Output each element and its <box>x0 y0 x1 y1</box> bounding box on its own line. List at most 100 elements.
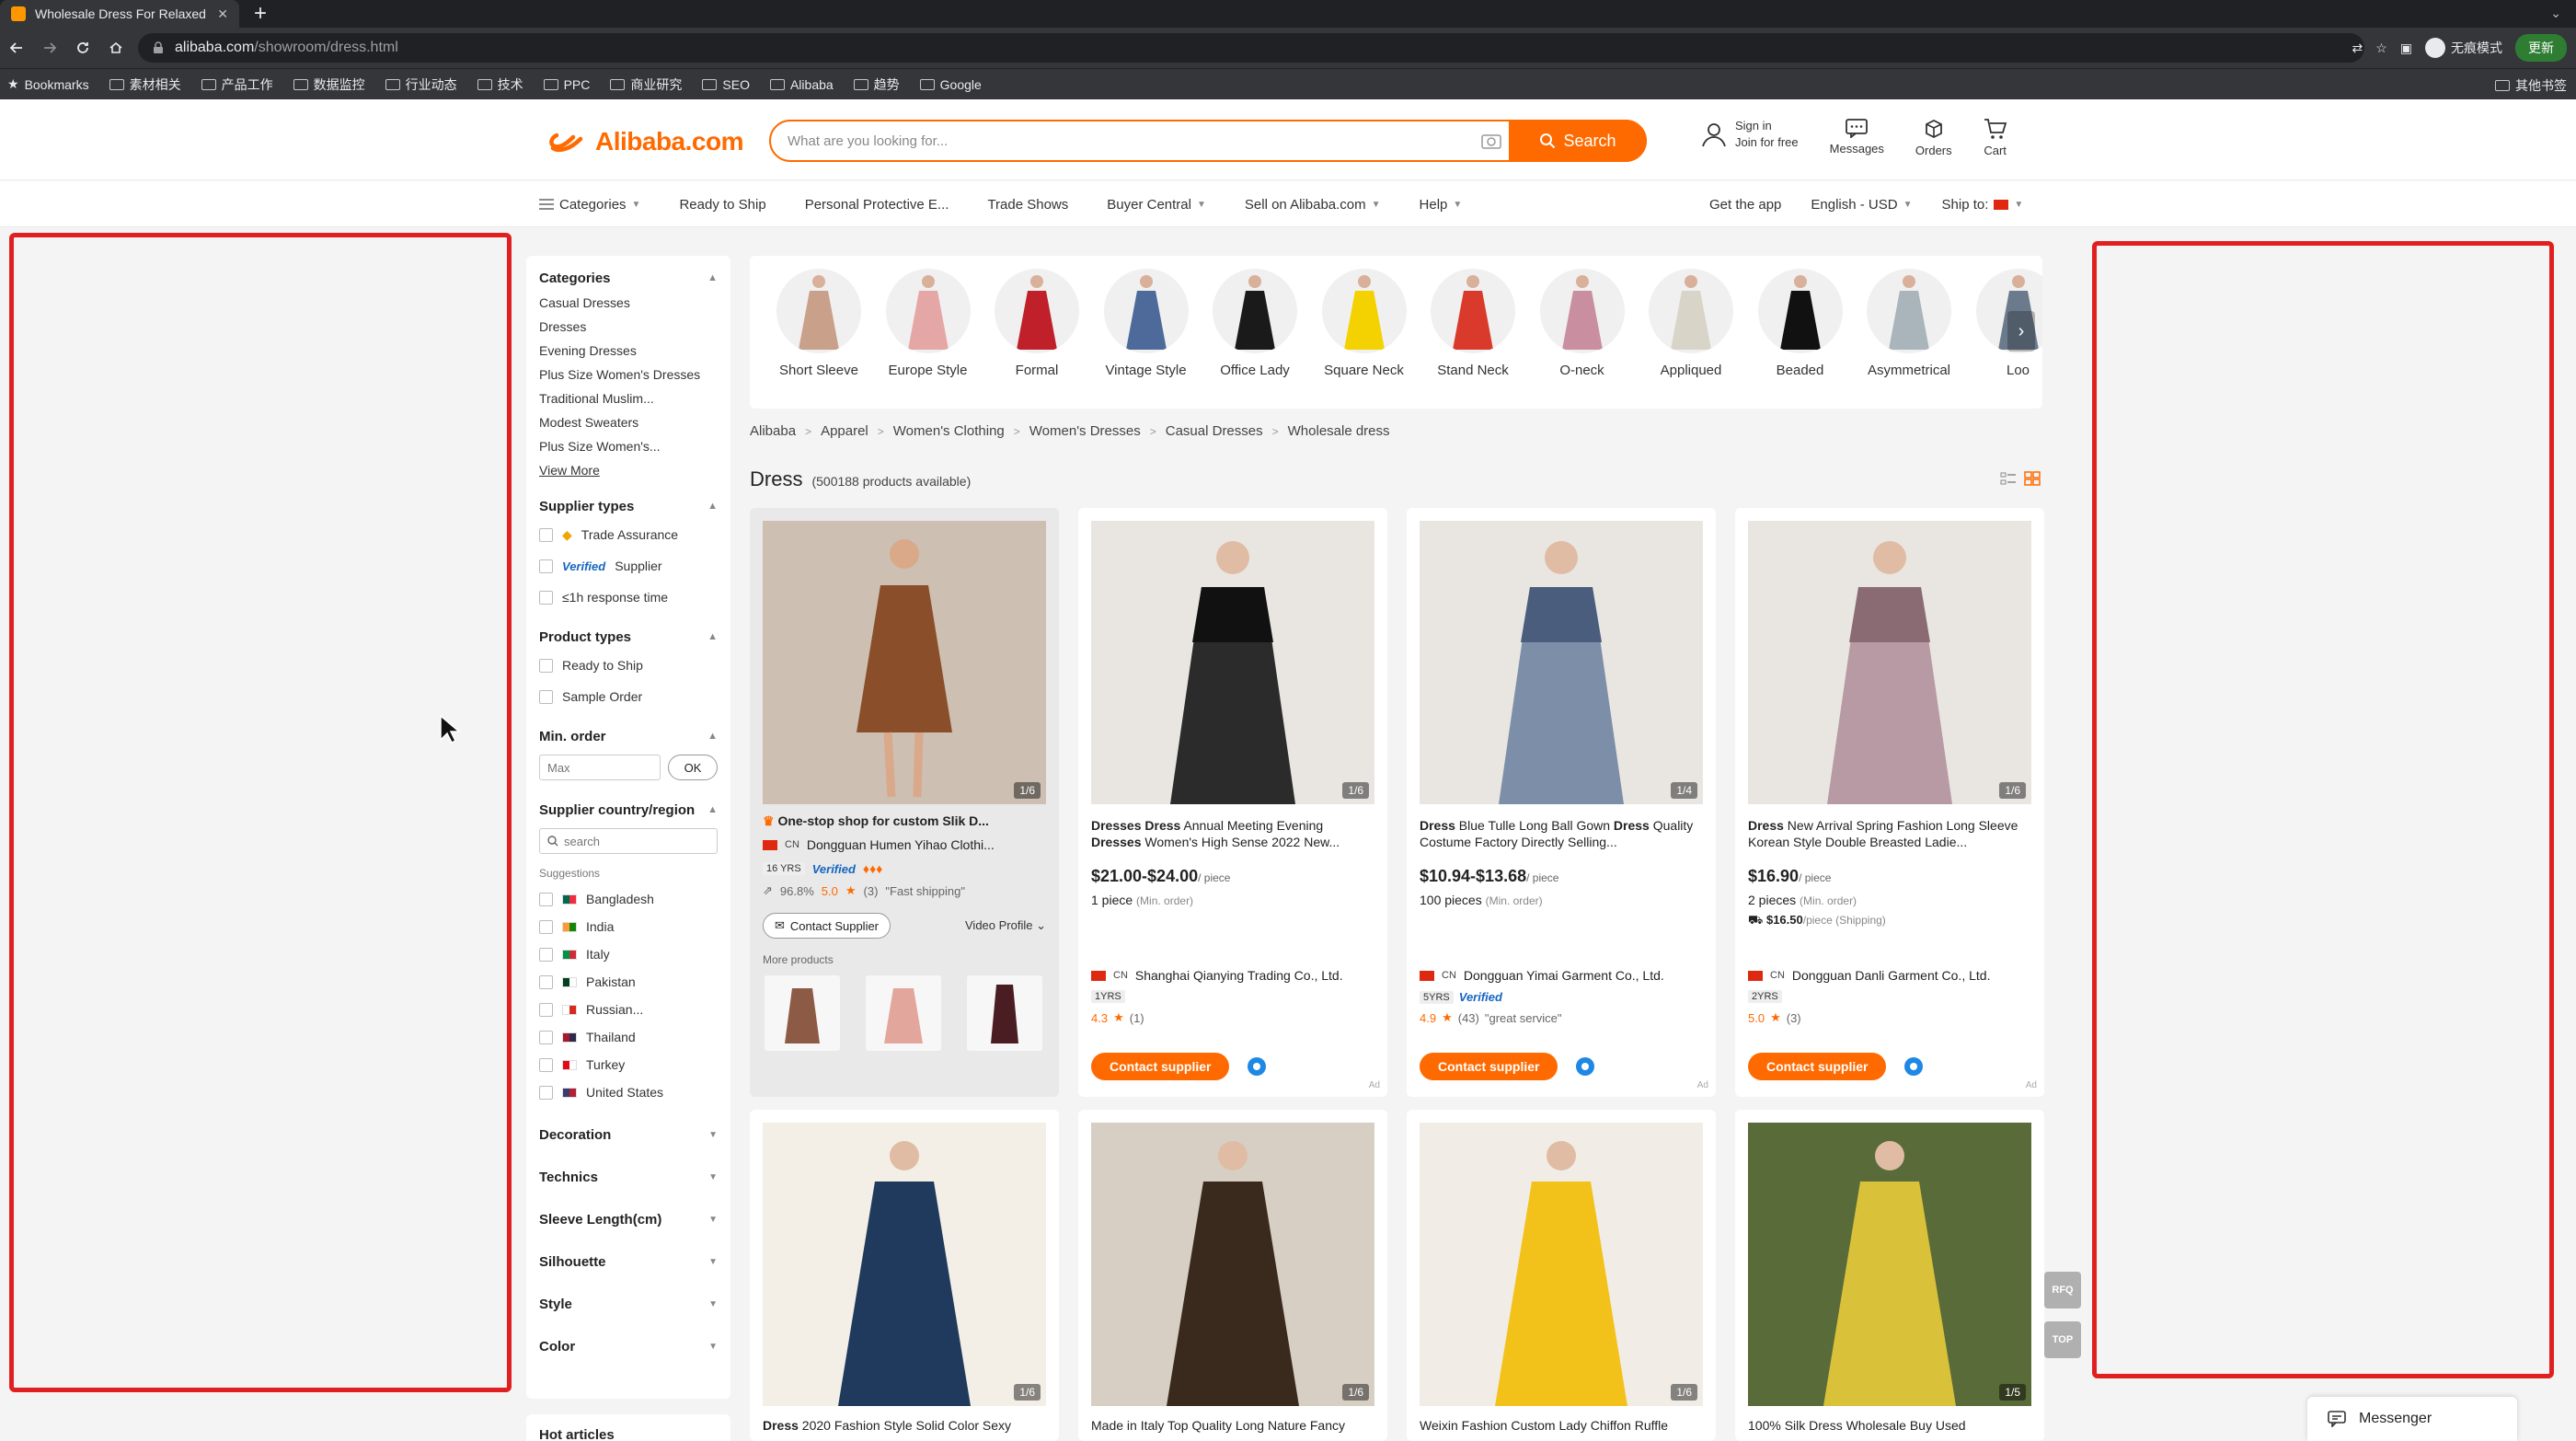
nav-buyer-central[interactable]: Buyer Central ▼ <box>1107 197 1206 213</box>
category-link[interactable]: Dresses <box>539 315 718 339</box>
min-order-input[interactable] <box>539 755 661 780</box>
product-card[interactable]: 1/6 Dresses Dress Annual Meeting Evening … <box>1078 508 1387 1097</box>
country-checkbox[interactable]: India <box>539 913 718 940</box>
nav-categories[interactable]: Categories ▼ <box>539 197 640 213</box>
bookmark-item[interactable]: 产品工作 <box>201 75 273 94</box>
back-icon[interactable] <box>0 40 33 55</box>
product-image[interactable]: 1/6 <box>763 1123 1046 1406</box>
bookmark-item[interactable]: 技术 <box>477 75 523 94</box>
product-title[interactable]: Dress New Arrival Spring Fashion Long Sl… <box>1748 817 2031 850</box>
product-title[interactable]: Dress Blue Tulle Long Ball Gown Dress Qu… <box>1420 817 1703 850</box>
contact-supplier-button[interactable]: Contact supplier <box>1091 1053 1230 1080</box>
sidebar-icon[interactable]: ▣ <box>2400 40 2412 56</box>
contact-supplier-button[interactable]: Contact supplier <box>1748 1053 1887 1080</box>
filter-section-collapsed[interactable]: Style ▼ <box>539 1283 718 1325</box>
verified-supplier-checkbox[interactable]: Verified Supplier <box>539 550 718 582</box>
bookmark-item[interactable]: 商业研究 <box>610 75 682 94</box>
view-more-link[interactable]: View More <box>539 458 718 482</box>
breadcrumb-item[interactable]: Women's Clothing <box>893 423 1005 439</box>
reload-icon[interactable] <box>66 40 99 55</box>
breadcrumb-item[interactable]: Women's Dresses <box>1029 423 1141 439</box>
country-checkbox[interactable]: Russian... <box>539 996 718 1023</box>
close-tab-icon[interactable]: ✕ <box>217 6 228 22</box>
breadcrumb-item[interactable]: Apparel <box>821 423 868 439</box>
nav-trade-shows[interactable]: Trade Shows <box>987 197 1068 213</box>
update-button[interactable]: 更新 <box>2515 34 2567 62</box>
style-chip[interactable]: Short Sleeve <box>768 269 869 378</box>
country-checkbox[interactable]: Turkey <box>539 1051 718 1078</box>
checkbox[interactable] <box>539 974 553 989</box>
country-checkbox[interactable]: Pakistan <box>539 968 718 996</box>
ship-to-selector[interactable]: Ship to: ▼ <box>1942 197 2024 213</box>
response-time-checkbox[interactable]: ≤1h response time <box>539 582 718 613</box>
bookmark-item[interactable]: 行业动态 <box>385 75 457 94</box>
home-icon[interactable] <box>99 40 132 55</box>
bookmark-item[interactable]: 素材相关 <box>109 75 181 94</box>
bookmark-star-icon[interactable]: ☆ <box>2375 40 2387 56</box>
product-image[interactable]: 1/6 <box>1420 1123 1703 1406</box>
chat-now-icon[interactable] <box>1576 1057 1594 1076</box>
messenger-widget[interactable]: Messenger <box>2307 1397 2517 1441</box>
sample-order-checkbox[interactable]: Sample Order <box>539 681 718 712</box>
checkbox[interactable] <box>539 1057 553 1072</box>
tab-search-icon[interactable]: ⌄ <box>2550 6 2561 21</box>
checkbox[interactable] <box>539 1085 553 1100</box>
country-checkbox[interactable]: United States <box>539 1078 718 1106</box>
bookmark-item[interactable]: PPC <box>543 77 590 92</box>
orders-link[interactable]: Orders <box>1915 118 1952 157</box>
style-chip[interactable]: Formal <box>986 269 1087 378</box>
nav-help[interactable]: Help ▼ <box>1420 197 1463 213</box>
country-checkbox[interactable]: Italy <box>539 940 718 968</box>
incognito-indicator[interactable]: 无痕模式 <box>2425 38 2502 58</box>
bookmark-item[interactable]: 数据监控 <box>293 75 365 94</box>
product-types-heading[interactable]: Product types ▲ <box>539 624 718 650</box>
bookmark-item[interactable]: ★ Bookmarks <box>7 76 89 92</box>
chat-now-icon[interactable] <box>1904 1057 1923 1076</box>
forward-icon[interactable] <box>33 40 66 55</box>
checkbox[interactable] <box>539 947 553 962</box>
style-chip[interactable]: Office Lady <box>1204 269 1305 378</box>
filter-section-collapsed[interactable]: Color ▼ <box>539 1325 718 1367</box>
new-tab-icon[interactable]: + <box>254 2 267 26</box>
style-chip[interactable]: Square Neck <box>1314 269 1415 378</box>
categories-heading[interactable]: Categories ▲ <box>539 265 718 291</box>
category-link[interactable]: Evening Dresses <box>539 339 718 363</box>
trade-assurance-checkbox[interactable]: ◆ Trade Assurance <box>539 519 718 550</box>
product-image[interactable]: 1/6 <box>1091 1123 1374 1406</box>
cart-link[interactable]: Cart <box>1984 118 2007 157</box>
product-card[interactable]: 1/5 100% Silk Dress Wholesale Buy Used <box>1735 1110 2044 1441</box>
back-to-top-button[interactable]: TOP <box>2044 1321 2081 1358</box>
product-card[interactable]: 1/6 Made in Italy Top Quality Long Nature… <box>1078 1110 1387 1441</box>
featured-supplier[interactable]: CN Dongguan Humen Yihao Clothi... <box>763 837 995 852</box>
breadcrumb-item[interactable]: Casual Dresses <box>1166 423 1263 439</box>
style-chip[interactable]: Asymmetrical <box>1858 269 1960 378</box>
category-link[interactable]: Casual Dresses <box>539 291 718 315</box>
filter-section-collapsed[interactable]: Sleeve Length(cm) ▼ <box>539 1198 718 1240</box>
product-title[interactable]: Made in Italy Top Quality Long Nature Fa… <box>1091 1417 1374 1434</box>
checkbox[interactable] <box>539 658 553 673</box>
featured-title[interactable]: ♛ One-stop shop for custom Slik D... <box>763 813 1046 829</box>
language-selector[interactable]: English - USD ▼ <box>1811 197 1912 213</box>
nav-sell[interactable]: Sell on Alibaba.com ▼ <box>1245 197 1381 213</box>
category-link[interactable]: Modest Sweaters <box>539 410 718 434</box>
address-bar[interactable]: alibaba.com/showroom/dress.html <box>138 33 2364 63</box>
checkbox[interactable] <box>539 590 553 605</box>
chat-now-icon[interactable] <box>1248 1057 1266 1076</box>
checkbox[interactable] <box>539 527 553 542</box>
more-product-thumb[interactable] <box>967 975 1042 1051</box>
checkbox[interactable] <box>539 1030 553 1044</box>
country-heading[interactable]: Supplier country/region ▲ <box>539 797 718 823</box>
product-title[interactable]: Weixin Fashion Custom Lady Chiffon Ruffl… <box>1420 1417 1703 1434</box>
supplier-name[interactable]: CN Dongguan Yimai Garment Co., Ltd. <box>1420 968 1664 983</box>
style-chip[interactable]: Beaded <box>1750 269 1851 378</box>
checkbox[interactable] <box>539 892 553 906</box>
list-view-icon[interactable] <box>2000 471 2017 486</box>
min-order-ok-button[interactable]: OK <box>668 755 718 780</box>
category-link[interactable]: Traditional Muslim... <box>539 386 718 410</box>
style-chip[interactable]: O-neck <box>1532 269 1633 378</box>
product-card[interactable]: 1/6 Dress 2020 Fashion Style Solid Color … <box>750 1110 1059 1441</box>
translate-icon[interactable]: ⇄ <box>2352 40 2363 56</box>
breadcrumb-item[interactable]: Wholesale dress <box>1288 423 1390 439</box>
bookmark-item[interactable]: 趋势 <box>853 75 900 94</box>
style-chip[interactable]: Stand Neck <box>1422 269 1524 378</box>
